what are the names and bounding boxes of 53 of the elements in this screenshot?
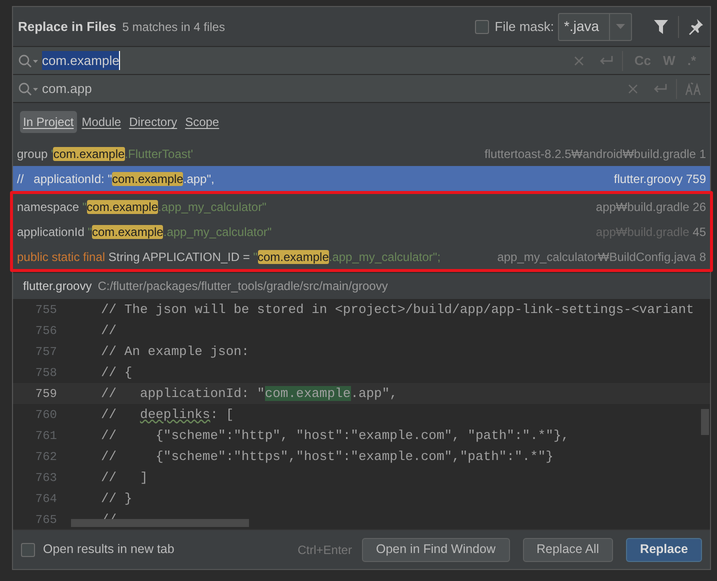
line-number: 763: [34, 470, 57, 486]
code-line: // deeplinks: [: [101, 406, 234, 424]
code-line: // An example json:: [101, 342, 250, 361]
dialog-button[interactable]: Replace: [626, 538, 702, 562]
code-line: // {: [101, 364, 132, 382]
line-number: 762: [34, 448, 57, 466]
scope-tab[interactable]: In Project: [20, 111, 77, 133]
search-field[interactable]: com.example: [42, 47, 574, 74]
file-path: C:/flutter/packages/flutter_tools/gradle/src/main/groovy: [98, 278, 388, 295]
filter-icon[interactable]: [654, 20, 668, 34]
dialog-button[interactable]: Open in Find Window: [362, 538, 510, 562]
line-number: 760: [34, 406, 57, 424]
code-line: // The json will be stored in <project>/build/app/app-link-settings-<variant: [101, 300, 694, 319]
code-line: // {"scheme":"http", "host":"example.com", "path":".*"},: [101, 426, 570, 445]
match-count: 5 matches in 4 files: [122, 18, 225, 36]
line-number: 759: [34, 386, 57, 402]
new-line-icon[interactable]: [598, 54, 614, 66]
line-number: 756: [34, 322, 57, 340]
pin-icon[interactable]: [689, 18, 703, 34]
scope-tab[interactable]: Scope: [182, 111, 222, 133]
scrollbar-thumb[interactable]: [701, 409, 709, 435]
clear-icon[interactable]: [574, 56, 584, 66]
line-number: 757: [34, 344, 57, 360]
preserve-case-icon[interactable]: [685, 82, 701, 96]
line-number: 761: [34, 428, 57, 444]
new-line-icon[interactable]: [652, 82, 668, 94]
line-number: 765: [34, 512, 57, 528]
line-number: 764: [34, 490, 57, 508]
scrollbar-thumb[interactable]: [71, 519, 249, 527]
search-icon[interactable]: [18, 54, 40, 68]
scope-tab[interactable]: Directory: [126, 111, 180, 133]
scope-tab[interactable]: Module: [78, 111, 124, 133]
file-mask-checkbox[interactable]: File mask:: [474, 16, 554, 36]
caret-icon[interactable]: [616, 24, 625, 29]
result-row[interactable]: namespace "com.example.app_my_calculator" app₩build.gradle 26: [13, 194, 710, 219]
result-row[interactable]: group 'com.example.FlutterToast' fluttertoast-8.2.5₩android₩build.gradle 1: [13, 141, 710, 166]
file-mask-dropdown[interactable]: *.java: [558, 12, 632, 40]
code-line: // }: [101, 490, 132, 508]
clear-icon[interactable]: [628, 84, 638, 94]
code-line: // {"scheme":"https","host":"example.com","path":".*"}: [101, 448, 554, 466]
code-line: // ]: [101, 468, 148, 487]
dialog-button[interactable]: Replace All: [522, 538, 614, 562]
shortcut-hint: Ctrl+Enter: [298, 542, 352, 558]
code-line: //: [101, 322, 117, 340]
search-icon[interactable]: [18, 82, 40, 96]
result-row[interactable]: // applicationId: "com.example.app", flutter.groovy 759: [13, 166, 710, 191]
line-number: 755: [34, 302, 57, 318]
result-row[interactable]: public static final String APPLICATION_ID = "com.example.app_my_calculator"; app_my_calculator₩BuildConfig.java 8: [13, 244, 710, 269]
line-number: 758: [34, 364, 57, 382]
file-name: flutter.groovy: [23, 278, 92, 295]
code-line: // applicationId: "com.example.app",: [101, 384, 398, 403]
new-tab-checkbox[interactable]: Open results in new tab: [21, 540, 174, 559]
dialog-title: Replace in Files: [18, 18, 116, 36]
